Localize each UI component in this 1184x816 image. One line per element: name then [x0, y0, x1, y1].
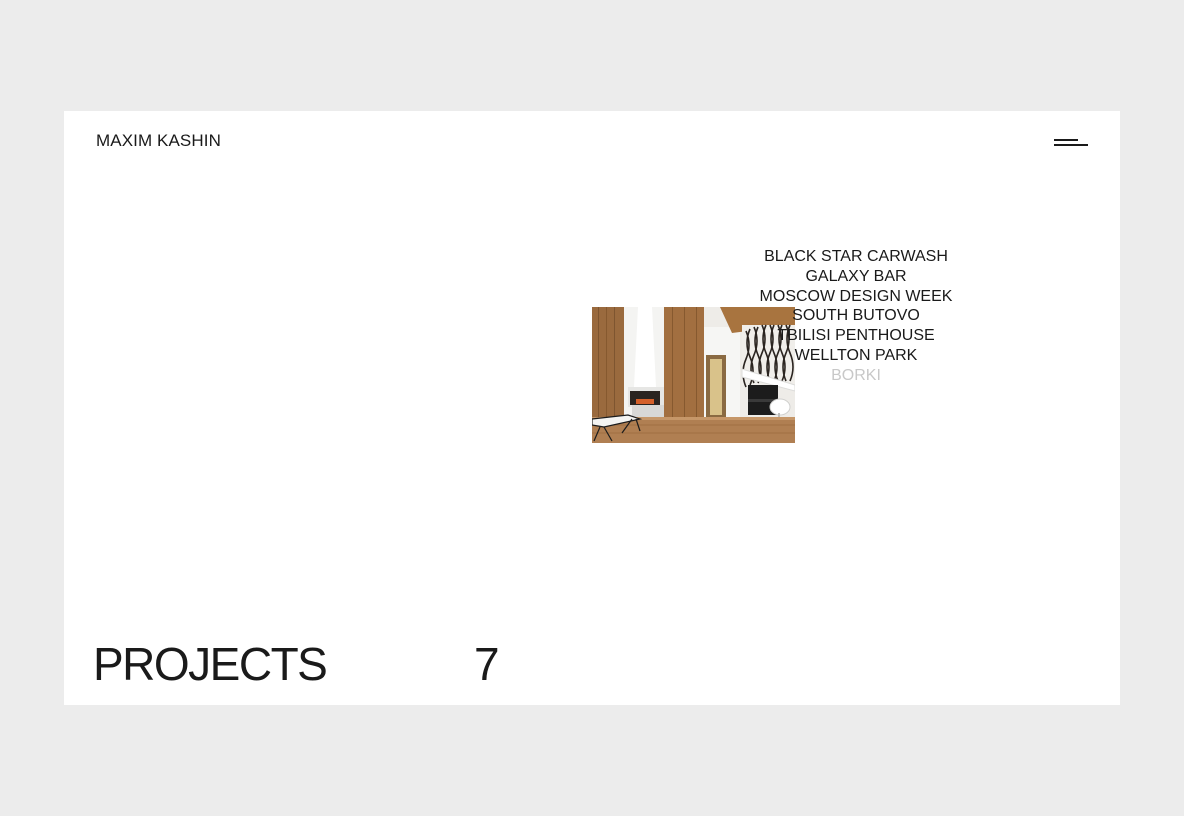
project-item[interactable]: SOUTH BUTOVO [746, 306, 966, 326]
section-title: PROJECTS [93, 638, 328, 690]
site-logo[interactable]: MAXIM KASHIN [96, 131, 221, 151]
menu-icon-line-top [1054, 139, 1078, 141]
project-count: 7 [474, 638, 500, 690]
project-item[interactable]: WELLTON PARK [746, 346, 966, 366]
project-item[interactable]: TBILISI PENTHOUSE [746, 326, 966, 346]
project-item[interactable]: BLACK STAR CARWASH [746, 247, 966, 267]
main-panel: MAXIM KASHIN BLACK STAR CARWASH GALAXY B… [64, 111, 1120, 705]
menu-button[interactable] [1052, 131, 1092, 155]
menu-icon-line-bottom [1054, 144, 1088, 146]
project-item[interactable]: GALAXY BAR [746, 267, 966, 287]
project-item[interactable]: MOSCOW DESIGN WEEK [746, 287, 966, 307]
project-item-active[interactable]: BORKI [746, 366, 966, 386]
project-list: BLACK STAR CARWASH GALAXY BAR MOSCOW DES… [746, 247, 966, 386]
